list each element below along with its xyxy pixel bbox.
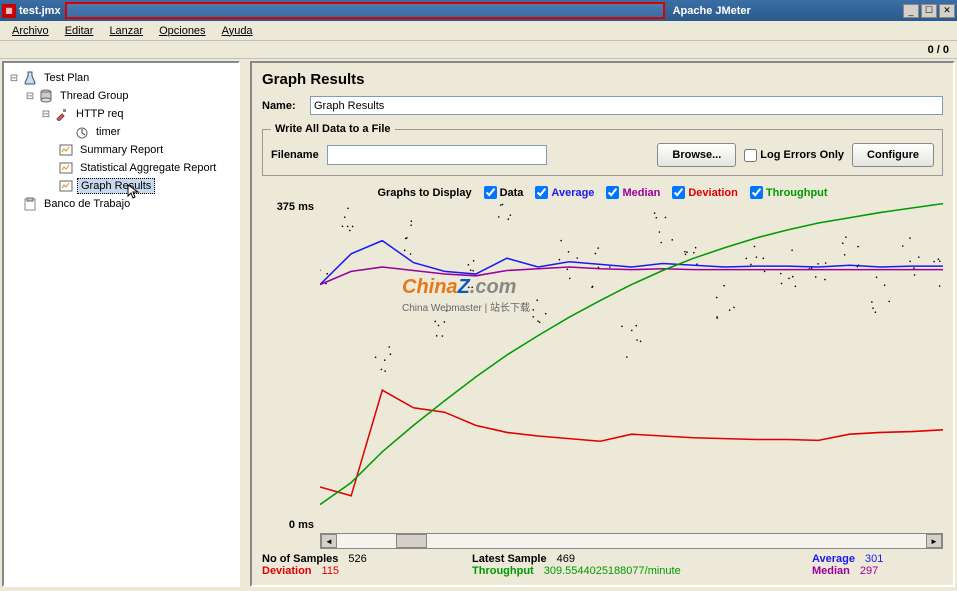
log-errors-checkbox[interactable] [744,149,757,162]
close-button[interactable]: ✕ [939,4,955,18]
tree-timer[interactable]: timer [93,125,123,139]
scroll-thumb[interactable] [396,534,427,548]
menu-ayuda[interactable]: Ayuda [214,23,261,39]
tree-summary[interactable]: Summary Report [77,143,166,157]
beaker-icon [22,71,38,85]
report-icon [58,161,74,175]
graph-chart [320,201,943,531]
tree-testplan[interactable]: Test Plan [41,71,92,85]
scroll-right-icon[interactable]: ► [926,534,942,548]
clipboard-icon [22,197,38,211]
tree-banco[interactable]: Banco de Trabajo [41,197,133,211]
median-label: Median [812,565,850,577]
cb-throughput[interactable] [750,186,763,199]
menu-archivo[interactable]: Archivo [4,23,57,39]
tree-statagg[interactable]: Statistical Aggregate Report [77,161,219,175]
write-data-fieldset: Write All Data to a File Filename Browse… [262,123,943,176]
chart-scrollbar[interactable]: ◄ ► [320,533,943,549]
thread-counter: 0 / 0 [928,44,949,56]
cb-deviation[interactable] [672,186,685,199]
minimize-button[interactable]: _ [903,4,919,18]
splitter[interactable] [242,59,248,589]
statusbar: 0 / 0 [0,41,957,59]
panel-title: Graph Results [262,71,943,88]
titlebar: ▦ test.jmx Apache JMeter _ ☐ ✕ [0,0,957,21]
latest-value: 469 [557,553,597,565]
fieldset-legend: Write All Data to a File [271,123,395,135]
filename-label: Filename [271,149,319,161]
cursor-icon [127,184,141,200]
latest-label: Latest Sample [472,553,547,565]
tree-graphresults[interactable]: Graph Results [77,178,155,194]
throughput-label: Throughput [472,565,534,577]
log-errors-label: Log Errors Only [760,149,844,161]
maximize-button[interactable]: ☐ [921,4,937,18]
cb-data[interactable] [484,186,497,199]
spool-icon [38,89,54,103]
throughput-value: 309.5544025188077/minute [544,565,681,577]
deviation-value: 115 [322,565,362,577]
report-icon [58,143,74,157]
filename-input[interactable] [327,145,547,165]
window-filename: test.jmx [19,5,61,17]
name-label: Name: [262,100,310,112]
cb-median[interactable] [606,186,619,199]
yaxis-max: 375 ms [277,201,314,213]
menu-lanzar[interactable]: Lanzar [101,23,151,39]
clock-icon [74,125,90,139]
cb-average[interactable] [535,186,548,199]
menubar: Archivo Editar Lanzar Opciones Ayuda [0,21,957,41]
results-panel: Graph Results Name: Write All Data to a … [250,61,955,587]
graphs-to-display: Graphs to Display Data Average Median De… [262,186,943,199]
dropper-icon [54,107,70,121]
report-icon [58,179,74,193]
titlebar-highlight [65,2,665,19]
app-icon: ▦ [2,4,16,18]
deviation-label: Deviation [262,565,312,577]
yaxis-min: 0 ms [289,519,314,531]
average-value: 301 [865,553,905,565]
tree-httpreq[interactable]: HTTP req [73,107,126,121]
nsamples-value: 526 [348,553,388,565]
name-input[interactable] [310,96,943,115]
tree-toggle-icon[interactable]: ⊟ [22,91,38,102]
configure-button[interactable]: Configure [852,143,934,167]
browse-button[interactable]: Browse... [657,143,736,167]
tree-pane[interactable]: ⊟ Test Plan ⊟ Thread Group ⊟ HTTP req ti… [2,61,240,587]
tree-toggle-icon[interactable]: ⊟ [6,73,22,84]
tree-threadgroup[interactable]: Thread Group [57,89,131,103]
graphs-label: Graphs to Display [377,187,471,199]
nsamples-label: No of Samples [262,553,338,565]
median-value: 297 [860,565,900,577]
window-appname: Apache JMeter [673,5,751,17]
average-label: Average [812,553,855,565]
menu-opciones[interactable]: Opciones [151,23,213,39]
tree-toggle-icon[interactable]: ⊟ [38,109,54,120]
menu-editar[interactable]: Editar [57,23,102,39]
scroll-left-icon[interactable]: ◄ [321,534,337,548]
